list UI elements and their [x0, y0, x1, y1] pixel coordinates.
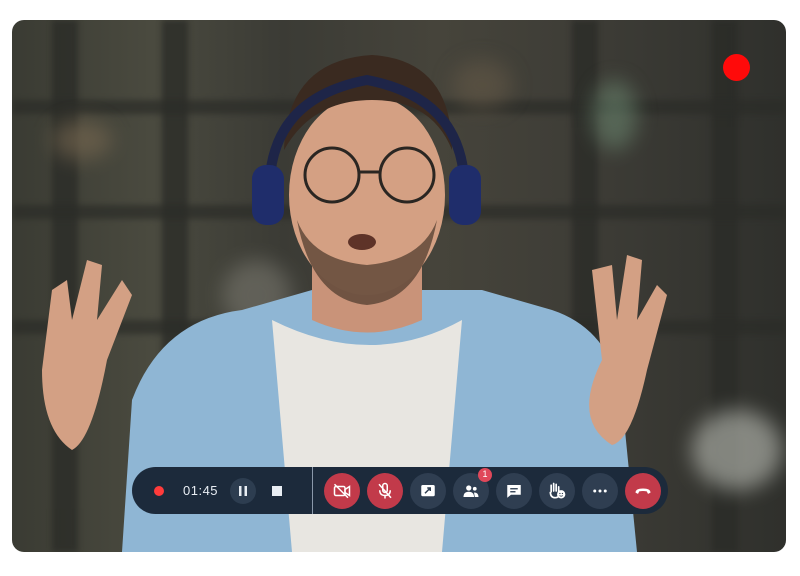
mic-off-button[interactable] [367, 472, 403, 509]
camera-off-button[interactable] [324, 472, 360, 509]
recording-indicator [154, 485, 164, 496]
recording-timer: 01:45 [183, 483, 219, 498]
participants-icon [463, 484, 479, 497]
hang-up-icon [635, 488, 651, 494]
video-off-icon [333, 483, 351, 498]
stop-icon [272, 485, 283, 496]
recording-dot [723, 54, 750, 81]
call-tools: 1 [313, 467, 661, 509]
participants-badge: 1 [478, 467, 492, 482]
pause-icon [239, 485, 248, 496]
participants-button[interactable]: 1 [453, 467, 492, 509]
chat-icon [507, 484, 521, 498]
mic-off-icon [378, 482, 392, 498]
tshirt [272, 320, 462, 552]
end-call-button[interactable] [625, 472, 661, 509]
share-screen-icon [421, 484, 435, 496]
chat-button[interactable] [496, 472, 532, 509]
headphone-right [449, 165, 481, 225]
more-options-button[interactable] [582, 472, 618, 509]
left-hand [42, 260, 132, 450]
raise-hand-icon [549, 482, 566, 499]
headphone-left [252, 165, 284, 225]
more-icon [593, 489, 607, 492]
recording-section: 01:45 [132, 467, 312, 514]
mouth [348, 234, 376, 250]
video-feed: 01:45 1 [12, 20, 786, 552]
share-screen-button[interactable] [410, 472, 446, 509]
pause-recording-button[interactable] [230, 477, 257, 504]
stop-recording-button[interactable] [264, 478, 290, 504]
call-control-bar: 01:45 1 [132, 467, 668, 514]
raise-hand-button[interactable] [539, 472, 575, 509]
